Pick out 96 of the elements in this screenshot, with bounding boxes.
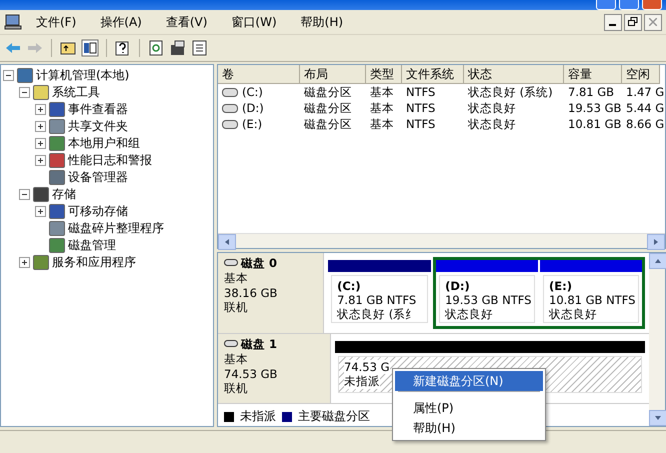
menu-item[interactable]: 查看(V): [156, 14, 218, 30]
table-cell-text: 基本: [369, 116, 395, 132]
collapse-icon[interactable]: [19, 87, 30, 98]
scroll-arrow-icon: [652, 238, 660, 246]
table-cell-text: 磁盘分区: [303, 84, 353, 100]
column-header[interactable]: 布局: [300, 65, 366, 84]
table-cell-text: 状态良好 (系统): [467, 84, 554, 100]
scroll-arrow-icon: [654, 257, 662, 265]
volume-name: (D:): [242, 101, 264, 115]
drive-icon: [222, 120, 238, 128]
scroll-arrow-icon: [223, 238, 231, 246]
menu-item[interactable]: 帮助(H): [290, 14, 354, 30]
menu-item[interactable]: 帮助(H): [395, 418, 543, 438]
table-cell-text: 磁盘分区: [303, 100, 353, 116]
maximize-button[interactable]: [619, 0, 639, 10]
table-cell-text: 基本: [369, 100, 395, 116]
tree-item[interactable]: 本地用户和组: [68, 135, 140, 152]
computer-icon: [4, 13, 22, 31]
vertical-scrollbar[interactable]: [649, 253, 665, 426]
partition-label: (D:): [445, 279, 471, 293]
collapse-icon[interactable]: [19, 189, 30, 200]
partition-status: 状态良好: [445, 307, 494, 322]
tree-item[interactable]: 磁盘管理: [68, 237, 116, 254]
column-header[interactable]: 文件系统: [402, 65, 464, 84]
partition-size: 74.53 G: [344, 360, 390, 374]
table-cell-text: 7.81 GB: [567, 84, 616, 100]
tree-item[interactable]: 磁盘碎片整理程序: [68, 220, 164, 237]
partition-status: 未指派: [344, 374, 380, 389]
tree-item[interactable]: 存储: [52, 186, 76, 203]
table-cell-text: 19.53 GB: [567, 100, 622, 116]
close-icon: [649, 18, 657, 26]
expand-icon[interactable]: [35, 104, 46, 115]
expand-icon[interactable]: [35, 121, 46, 132]
tree-item[interactable]: 服务和应用程序: [52, 254, 136, 271]
volume-name: (C:): [242, 85, 263, 99]
partition-size: 19.53 GB NTFS: [445, 293, 532, 307]
disk-name: 磁盘 0: [224, 256, 318, 271]
horizontal-scrollbar[interactable]: [218, 233, 665, 248]
disk-status: 联机: [224, 300, 249, 315]
column-header[interactable]: 状态: [464, 65, 564, 84]
tree-item[interactable]: 设备管理器: [68, 169, 128, 186]
drive-icon: [222, 88, 238, 96]
menu-item[interactable]: 属性(P): [395, 398, 543, 418]
list-icon[interactable]: [191, 39, 209, 57]
minimize-button[interactable]: [604, 14, 622, 30]
panel-icon[interactable]: [81, 39, 99, 57]
expand-icon[interactable]: [19, 257, 30, 268]
column-header[interactable]: 空闲: [622, 65, 660, 84]
table-cell-text: 状态良好: [467, 116, 517, 132]
menu-item[interactable]: 文件(F): [26, 14, 86, 30]
partition-block[interactable]: (D:) 19.53 GB NTFS 状态良好: [439, 275, 536, 323]
properties-icon[interactable]: [169, 39, 187, 57]
partition-label: (C:): [337, 279, 362, 293]
restore-icon: [628, 17, 638, 27]
partition-status: 状态良好: [549, 307, 598, 322]
disk-type: 基本: [224, 352, 249, 367]
legend-label: 主要磁盘分区: [298, 408, 370, 425]
collapse-icon[interactable]: [3, 70, 14, 81]
partition-size: 7.81 GB NTFS: [337, 293, 416, 307]
expand-icon[interactable]: [35, 138, 46, 149]
disk-name: 磁盘 1: [224, 337, 324, 352]
table-cell-text: NTFS: [405, 84, 436, 100]
tree-item[interactable]: 性能日志和警报: [68, 152, 152, 169]
menu-item[interactable]: 操作(A): [90, 14, 152, 30]
restore-button[interactable]: [624, 14, 642, 30]
column-header[interactable]: 类型: [366, 65, 402, 84]
menu-item[interactable]: 窗口(W): [221, 14, 287, 30]
drive-icon: [222, 104, 238, 112]
tree-item[interactable]: 可移动存储: [68, 203, 128, 220]
tree-item[interactable]: 系统工具: [52, 84, 100, 101]
disk-type: 基本: [224, 271, 249, 286]
partition-label: (E:): [549, 279, 573, 293]
table-cell-text: 磁盘分区: [303, 116, 353, 132]
table-cell-text: 状态良好: [467, 100, 517, 116]
column-header[interactable]: 容量: [564, 65, 622, 84]
volume-name: (E:): [242, 117, 262, 131]
scroll-arrow-icon: [654, 414, 662, 422]
disk-status: 联机: [224, 381, 249, 396]
refresh-icon[interactable]: [147, 39, 165, 57]
table-cell-text: NTFS: [405, 116, 436, 132]
legend-label: 未指派: [240, 408, 276, 425]
table-cell-text: NTFS: [405, 100, 436, 116]
tree-item[interactable]: 共享文件夹: [68, 118, 128, 135]
disk-size: 74.53 GB: [224, 367, 278, 381]
disk-size: 38.16 GB: [224, 286, 278, 300]
partition-block[interactable]: (E:) 10.81 GB NTFS 状态良好: [543, 275, 639, 323]
partition-size: 10.81 GB NTFS: [549, 293, 636, 307]
expand-icon[interactable]: [35, 155, 46, 166]
menu-item[interactable]: 新建磁盘分区(N): [395, 371, 543, 391]
tree-item[interactable]: 计算机管理(本地): [36, 67, 130, 84]
tree-item[interactable]: 事件查看器: [68, 101, 128, 118]
expand-icon[interactable]: [35, 206, 46, 217]
column-header[interactable]: 卷: [218, 65, 300, 84]
partition-block[interactable]: (C:) 7.81 GB NTFS 状态良好 (系纟: [331, 275, 428, 323]
table-cell-text: 基本: [369, 84, 395, 100]
table-cell-text: 10.81 GB: [567, 116, 622, 132]
